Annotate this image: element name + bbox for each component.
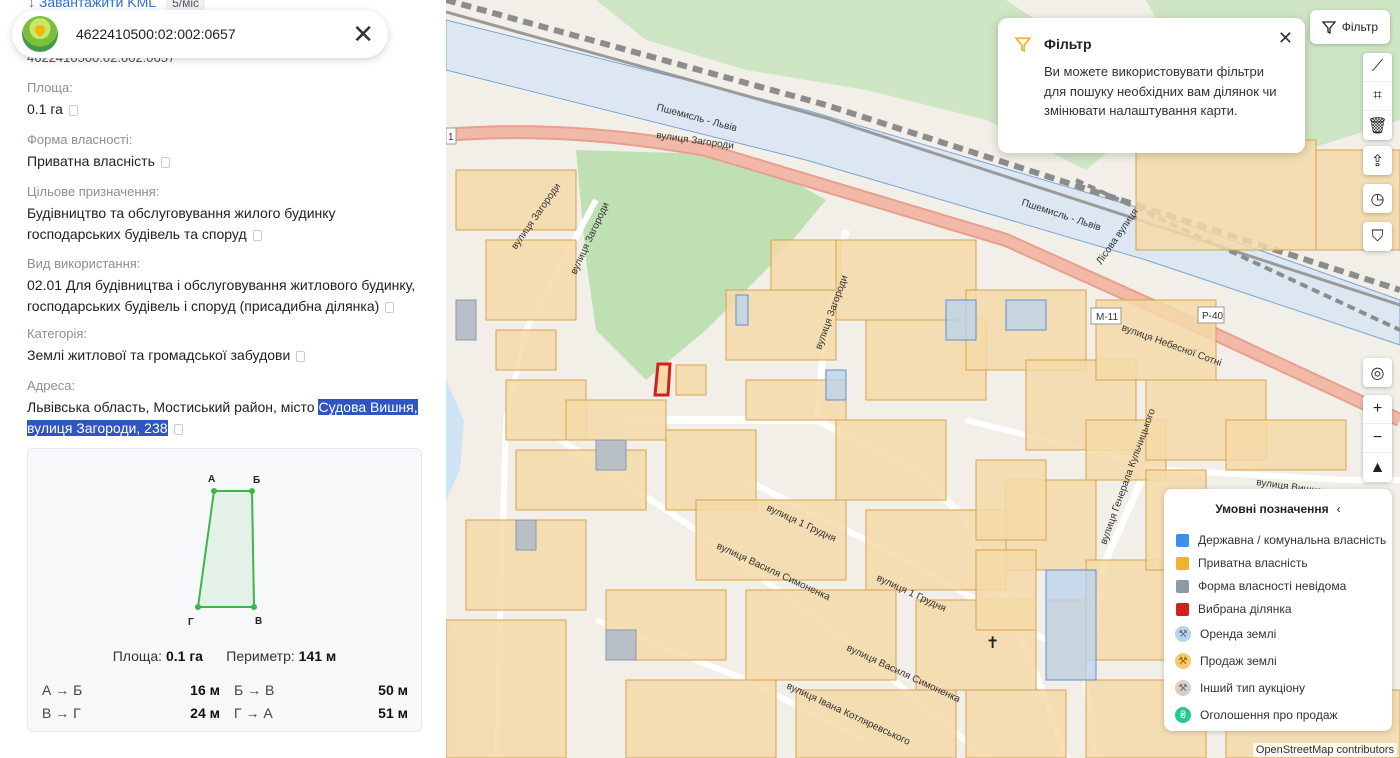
selected-parcel	[653, 362, 672, 397]
road-shield-m11-label: M-11	[1096, 312, 1118, 323]
copy-icon[interactable]	[68, 104, 78, 116]
field-category: Категорія: Землі житлової та громадської…	[27, 326, 427, 366]
church-icon: ✝	[986, 635, 999, 652]
plot-shape-card: А Б В Г Площа: 0.1 га Периметр: 141 м А …	[27, 448, 422, 732]
copy-icon[interactable]	[173, 423, 183, 435]
copy-icon[interactable]	[160, 156, 170, 168]
app-logo-icon[interactable]	[22, 16, 58, 52]
tooltip-body: Ви можете використовувати фільтри для по…	[1044, 64, 1277, 118]
filter-button[interactable]: Фільтр	[1309, 10, 1390, 44]
road-shield-p40-label: P-40	[1202, 311, 1224, 322]
auction-icon: ⚒	[1175, 680, 1191, 696]
copy-icon[interactable]	[252, 229, 262, 241]
sale-icon: ⚒	[1175, 653, 1191, 669]
filter-icon	[1321, 21, 1336, 34]
filter-icon	[1015, 37, 1031, 52]
vertex-label-g: Г	[188, 617, 194, 628]
search-bar[interactable]: 4622410500:02:002:0657 ✕	[12, 10, 388, 58]
search-input[interactable]: 4622410500:02:002:0657	[76, 26, 352, 42]
field-area: Площа: 0.1 га	[27, 80, 427, 120]
copy-icon[interactable]	[296, 350, 306, 362]
legend-item: Форма власності невідома	[1176, 579, 1346, 593]
field-ownership: Форма власності: Приватна власність	[27, 132, 427, 172]
legend-item: Вибрана ділянка	[1176, 602, 1292, 616]
vertex-label-v: В	[255, 616, 262, 627]
legend-item: ⚒ Інший тип аукціону	[1175, 680, 1305, 696]
vertex-v	[251, 604, 257, 610]
close-icon[interactable]: ✕	[1278, 28, 1293, 49]
legend-item: Державна / комунальна власність	[1176, 533, 1386, 547]
bookmark-icon[interactable]: ⛉	[1363, 222, 1392, 251]
plot-stats: Площа: 0.1 га Периметр: 141 м	[112, 648, 337, 664]
upload-icon[interactable]: ⇪	[1363, 146, 1392, 175]
legend-item: ₴ Оголошення про продаж	[1175, 707, 1338, 723]
chevron-left-icon[interactable]: ‹	[1337, 502, 1341, 516]
close-icon[interactable]: ✕	[352, 21, 374, 47]
tooltip-title: Фільтр	[1044, 36, 1092, 52]
legend-item: ⚒ Продаж землі	[1175, 653, 1277, 669]
vertex-label-a: А	[208, 474, 215, 485]
map-attribution[interactable]: OpenStreetMap contributors	[1252, 743, 1397, 757]
legend-item: ⚒ Оренда землі	[1175, 626, 1276, 642]
sides-row: В → Г 24 м Г → А 51 м	[42, 704, 408, 721]
legend-title: Умовні позначення ‹	[1215, 502, 1341, 516]
trash-icon[interactable]: 🗑	[1363, 111, 1392, 140]
zoom-controls: + − ▲	[1363, 395, 1392, 482]
hryvnia-icon: ₴	[1175, 707, 1191, 723]
field-purpose: Цільове призначення: Будівництво та обсл…	[27, 184, 336, 242]
legend-panel: Умовні позначення ‹ Державна / комунальна…	[1164, 489, 1392, 731]
zoom-in-icon[interactable]: +	[1363, 395, 1392, 424]
vertex-g	[195, 604, 201, 610]
compass-icon[interactable]: ▲	[1363, 453, 1392, 482]
vertex-label-b: Б	[253, 475, 260, 486]
vertex-a	[211, 488, 217, 494]
parcel-info-panel: ↓ Завантажити KML 5/міс 4622410500:02:002…	[0, 0, 446, 758]
legend-item: Приватна власність	[1176, 556, 1308, 570]
plot-sides: А → Б 16 м Б → В 50 м В → Г 24 м Г → А 51 м	[42, 678, 408, 724]
plot-polygon	[196, 490, 256, 608]
measure-line-icon[interactable]: ⟋	[1363, 53, 1392, 82]
sides-row: А → Б 16 м Б → В 50 м	[42, 681, 408, 698]
vertex-b	[249, 488, 255, 494]
legend-swatch	[1176, 556, 1189, 570]
geolocate-icon[interactable]: ◎	[1363, 358, 1392, 387]
rent-icon: ⚒	[1175, 626, 1191, 642]
measure-area-icon[interactable]: ⌗	[1363, 82, 1392, 111]
field-address: Адреса: Львівська область, Мостиський ра…	[27, 378, 418, 436]
zoom-out-icon[interactable]: −	[1363, 424, 1392, 453]
road-shield-1-label: 1	[448, 132, 454, 143]
copy-icon[interactable]	[385, 301, 395, 313]
draw-tools: ⟋ ⌗ 🗑	[1363, 53, 1392, 140]
legend-swatch	[1176, 579, 1189, 593]
legend-swatch	[1176, 533, 1189, 547]
history-icon[interactable]: ◷	[1363, 184, 1392, 213]
filter-tooltip: Фільтр Ви можете використовувати фільтри…	[998, 18, 1305, 153]
legend-swatch	[1176, 602, 1189, 616]
field-usage: Вид використання: 02.01 Для будівництва …	[27, 256, 416, 314]
